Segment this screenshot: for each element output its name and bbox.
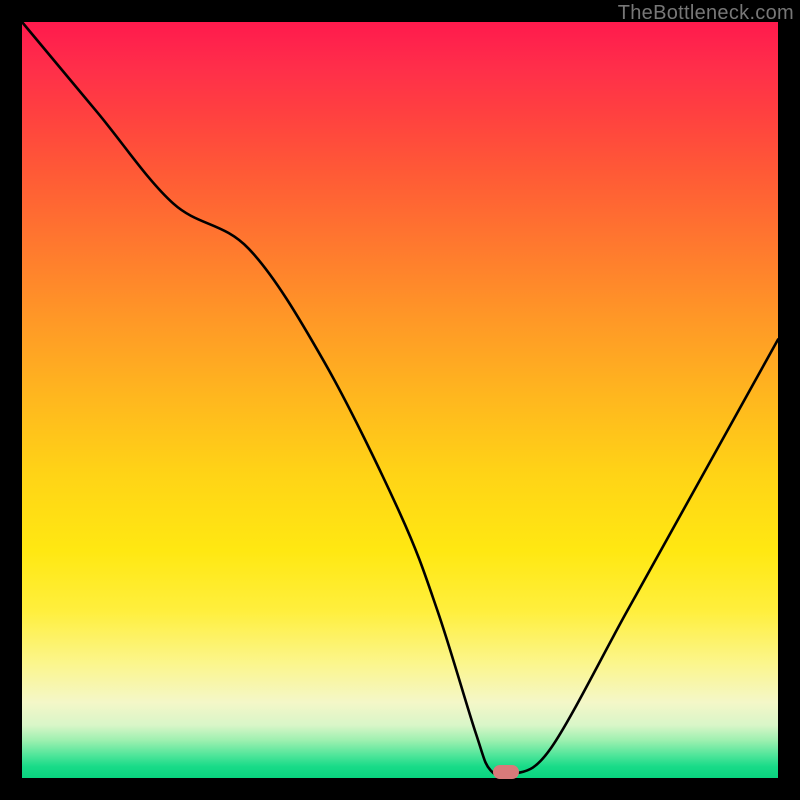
plot-area	[22, 22, 778, 778]
minimum-marker	[493, 765, 519, 779]
bottleneck-curve	[22, 22, 778, 778]
chart-frame: TheBottleneck.com	[0, 0, 800, 800]
curve-path	[22, 22, 778, 777]
watermark-label: TheBottleneck.com	[618, 2, 794, 25]
